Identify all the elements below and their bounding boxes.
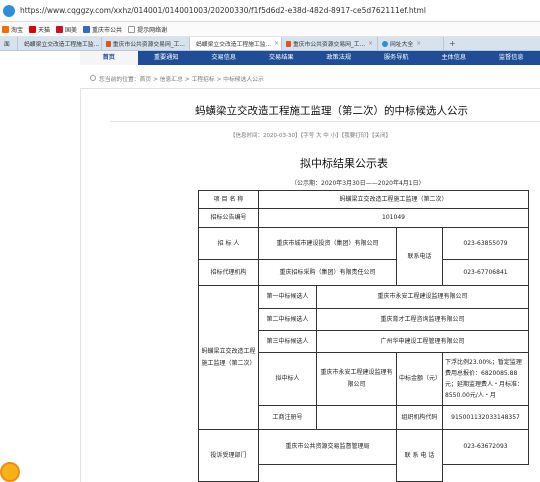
tenderer-label: 招 标 人 [198,227,259,260]
breadcrumb: 您当前的位置：首页 > 信息汇总 > 工程招标 > 中标候选人公示 [90,73,264,83]
favorites-bar: 淘宝 天猫 国美 重庆市公共 提示网络谢 [0,22,540,37]
tab-favicon [286,40,291,47]
section-label: 蚂蟥梁立交改造工程施工监理（第二次） [198,285,259,430]
close-tab-icon[interactable]: × [368,41,373,47]
favorite-tmall[interactable]: 天猫 [29,25,50,34]
project-name-value: 蚂蟥梁立交改造工程施工监理（第二次） [258,190,529,209]
nav-entities[interactable]: 主体信息 [425,51,483,65]
tab-favicon [106,40,111,47]
price-value: 下浮比例23.00%；暂定监理费用总报价：6820085.88元；延期监理费人・… [442,352,529,406]
notice-title: 拟中标结果公示表 [300,157,388,170]
tab-2[interactable]: 重庆市公共资源交易网_工... [102,37,190,50]
divider [110,121,540,122]
tenderer-value: 重庆市城市建设投资（集团）有限公司 [258,227,397,260]
winner-value: 重庆市永安工程建设监理有限公司 [316,352,397,406]
registration-no-value [316,405,397,430]
complaint-phone-value: 023-63672093 [442,429,529,465]
contact-phone-label: 联系电话 [396,227,443,286]
close-tab-icon[interactable]: × [416,41,421,47]
tab-strip: 面 蚂蟥梁立交改造工程施工监... 重庆市公共资源交易网_工... 蚂蟥梁立交改… [0,37,540,51]
org-code-label: 组织机构代码 [396,405,443,430]
secure-site-icon [3,4,15,17]
nav-services[interactable]: 服务导航 [368,51,426,65]
tenderer-phone: 023-63855079 [442,227,529,260]
tmall-icon [29,25,37,33]
tab-partial[interactable]: 面 [0,37,18,50]
candidate-2-value: 重庆育才工程咨询监理有限公司 [316,308,529,331]
favorite-tip[interactable]: 提示网络谢 [128,25,167,34]
mascot-icon[interactable] [0,462,20,482]
candidate-3-value: 广州华申建设工程管理有限公司 [316,330,529,353]
tab-4[interactable]: 重庆市公共资源交易网_工... × [282,37,378,50]
tab-3-active[interactable]: 蚂蟥梁立交改造工程施工监... × [190,37,282,50]
globe-icon [382,40,388,47]
agency-phone: 023-67706841 [442,259,529,286]
nav-supervision[interactable]: 监督信息 [483,51,540,65]
taobao-icon [2,25,9,33]
tab-5[interactable]: 网址大全 × [378,37,444,50]
site-nav: 首页 重要通知 交易信息 交易结果 政策法规 服务导航 主体信息 监督信息 [80,51,540,65]
agency-value: 重庆招标采购（集团）有限责任公司 [258,259,397,286]
notice-period: （公示期：2020年3月30日——2020年4月1日） [291,180,425,187]
registration-no-label: 工商注册号 [258,405,317,430]
info-meta: 【信息时间：2020-03-30】【字号 大 中 小】【我要打印】【关闭】 [230,133,391,139]
site-icon [83,25,91,33]
nav-policy[interactable]: 政策法规 [310,51,368,65]
page-title: 蚂蟥梁立交改造工程施工监理（第二次）的中标候选人公示 [195,105,468,117]
favorite-cqggzy[interactable]: 重庆市公共 [83,25,122,34]
candidate-1-label: 第一中标候选人 [258,285,317,309]
announcement-no-label: 招标公告编号 [198,208,259,228]
candidate-3-label: 第三中标候选人 [258,330,317,353]
complaint-dept-value: 重庆市公共资源交易监督管理局 [258,429,397,465]
project-name-label: 项 目 名 称 [198,190,259,209]
location-icon [90,75,96,81]
complaint-phone-label: 联 系 电 话 [396,429,443,482]
winner-label: 拟中标人 [258,352,317,406]
url-text[interactable]: https://www.cqggzy.com/xxhz/014001/01400… [20,6,426,15]
agency-label: 招标代理机构 [198,259,259,286]
favorite-taobao[interactable]: 淘宝 [2,25,23,34]
address-bar[interactable]: https://www.cqggzy.com/xxhz/014001/01400… [0,0,540,22]
new-tab-button[interactable]: + [449,37,456,50]
page-icon [128,25,136,33]
close-tab-icon[interactable]: × [274,41,279,47]
nav-trade-info[interactable]: 交易信息 [195,51,253,65]
nav-notices[interactable]: 重要通知 [138,51,196,65]
tab-1[interactable]: 蚂蟥梁立交改造工程施工监... [18,37,102,50]
org-code-value: 915001132033148357 [442,405,529,430]
gome-icon [56,25,64,33]
candidate-1-value: 重庆市永安工程建设监理有限公司 [316,285,529,309]
nav-trade-results[interactable]: 交易结果 [253,51,311,65]
nav-home[interactable]: 首页 [80,51,138,65]
price-label: 中标金额（元） [396,352,443,406]
favorite-gome[interactable]: 国美 [56,25,77,34]
announcement-no-value: 101049 [258,208,529,228]
candidate-2-label: 第二中标候选人 [258,308,317,331]
complaint-dept-label: 投诉受理部门 [198,429,259,482]
